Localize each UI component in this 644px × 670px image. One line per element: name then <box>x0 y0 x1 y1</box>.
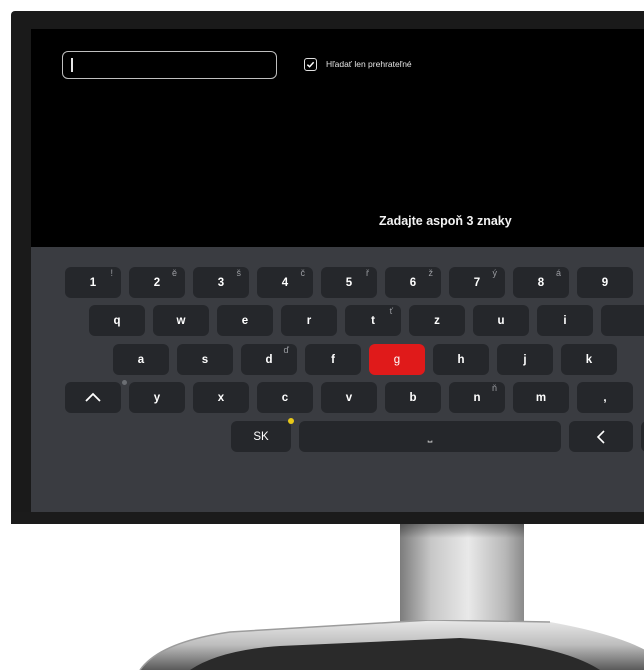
shift-indicator-dot <box>122 380 127 385</box>
search-hint: Zadajte aspoň 3 znaky <box>379 214 512 228</box>
key-c[interactable]: c <box>257 382 313 413</box>
key-6[interactable]: 6ž <box>385 267 441 298</box>
keyboard-row-numbers: 1! 2ě 3š 4č 5ř 6ž 7ý 8á 9 <box>65 267 633 298</box>
key-r[interactable]: r <box>281 305 337 336</box>
key-1[interactable]: 1! <box>65 267 121 298</box>
key-8[interactable]: 8á <box>513 267 569 298</box>
key-g-focused[interactable]: g <box>369 344 425 375</box>
space-icon: ⎵ <box>427 429 433 443</box>
key-y[interactable]: y <box>129 382 185 413</box>
key-comma[interactable]: , <box>577 382 633 413</box>
key-u[interactable]: u <box>473 305 529 336</box>
key-9[interactable]: 9 <box>577 267 633 298</box>
shift-key[interactable] <box>65 380 127 413</box>
key-q[interactable]: q <box>89 305 145 336</box>
space-key[interactable]: ⎵ <box>299 421 561 452</box>
key-s[interactable]: s <box>177 344 233 375</box>
key-z[interactable]: z <box>409 305 465 336</box>
key-w[interactable]: w <box>153 305 209 336</box>
key-k[interactable]: k <box>561 344 617 375</box>
key-2[interactable]: 2ě <box>129 267 185 298</box>
key-t[interactable]: tť <box>345 305 401 336</box>
cursor-left-key[interactable] <box>569 421 633 452</box>
key-i[interactable]: i <box>537 305 593 336</box>
monitor-bezel-bottom <box>11 512 644 524</box>
key-a[interactable]: a <box>113 344 169 375</box>
key-e[interactable]: e <box>217 305 273 336</box>
key-b[interactable]: b <box>385 382 441 413</box>
playable-only-checkbox[interactable] <box>304 58 317 71</box>
key-5[interactable]: 5ř <box>321 267 377 298</box>
key-h[interactable]: h <box>433 344 489 375</box>
monitor-stand-base <box>139 620 644 670</box>
shift-chevron-up-icon <box>85 392 101 402</box>
key-o-partial[interactable] <box>601 305 644 336</box>
key-v[interactable]: v <box>321 382 377 413</box>
chevron-left-icon <box>596 429 605 444</box>
monitor-stand-neck <box>400 524 524 634</box>
key-d[interactable]: dď <box>241 344 297 375</box>
keyboard-row-controls: SK ⎵ <box>231 418 644 452</box>
key-x[interactable]: x <box>193 382 249 413</box>
language-indicator-dot <box>288 418 294 424</box>
key-3[interactable]: 3š <box>193 267 249 298</box>
search-input[interactable] <box>62 51 277 79</box>
monitor-frame: Hľadať len prehrateľné Zadajte aspoň 3 z… <box>11 11 644 524</box>
keyboard-row-asdf: a s dď f g h j k <box>113 344 617 375</box>
key-f[interactable]: f <box>305 344 361 375</box>
on-screen-keyboard: 1! 2ě 3š 4č 5ř 6ž 7ý 8á 9 q w e r tť z u… <box>31 247 644 512</box>
tv-screen: Hľadať len prehrateľné Zadajte aspoň 3 z… <box>31 29 644 512</box>
key-4[interactable]: 4č <box>257 267 313 298</box>
text-caret <box>71 58 73 72</box>
keyboard-row-yxcv: y x c v b nň m , <box>65 380 633 413</box>
monitor-stand-shadow <box>400 524 524 538</box>
language-switch-key[interactable]: SK <box>231 418 294 452</box>
playable-only-label: Hľadať len prehrateľné <box>326 59 412 69</box>
keyboard-row-qwerty: q w e r tť z u i <box>89 305 644 336</box>
key-n[interactable]: nň <box>449 382 505 413</box>
key-j[interactable]: j <box>497 344 553 375</box>
key-7[interactable]: 7ý <box>449 267 505 298</box>
checkmark-icon <box>306 61 315 68</box>
key-m[interactable]: m <box>513 382 569 413</box>
